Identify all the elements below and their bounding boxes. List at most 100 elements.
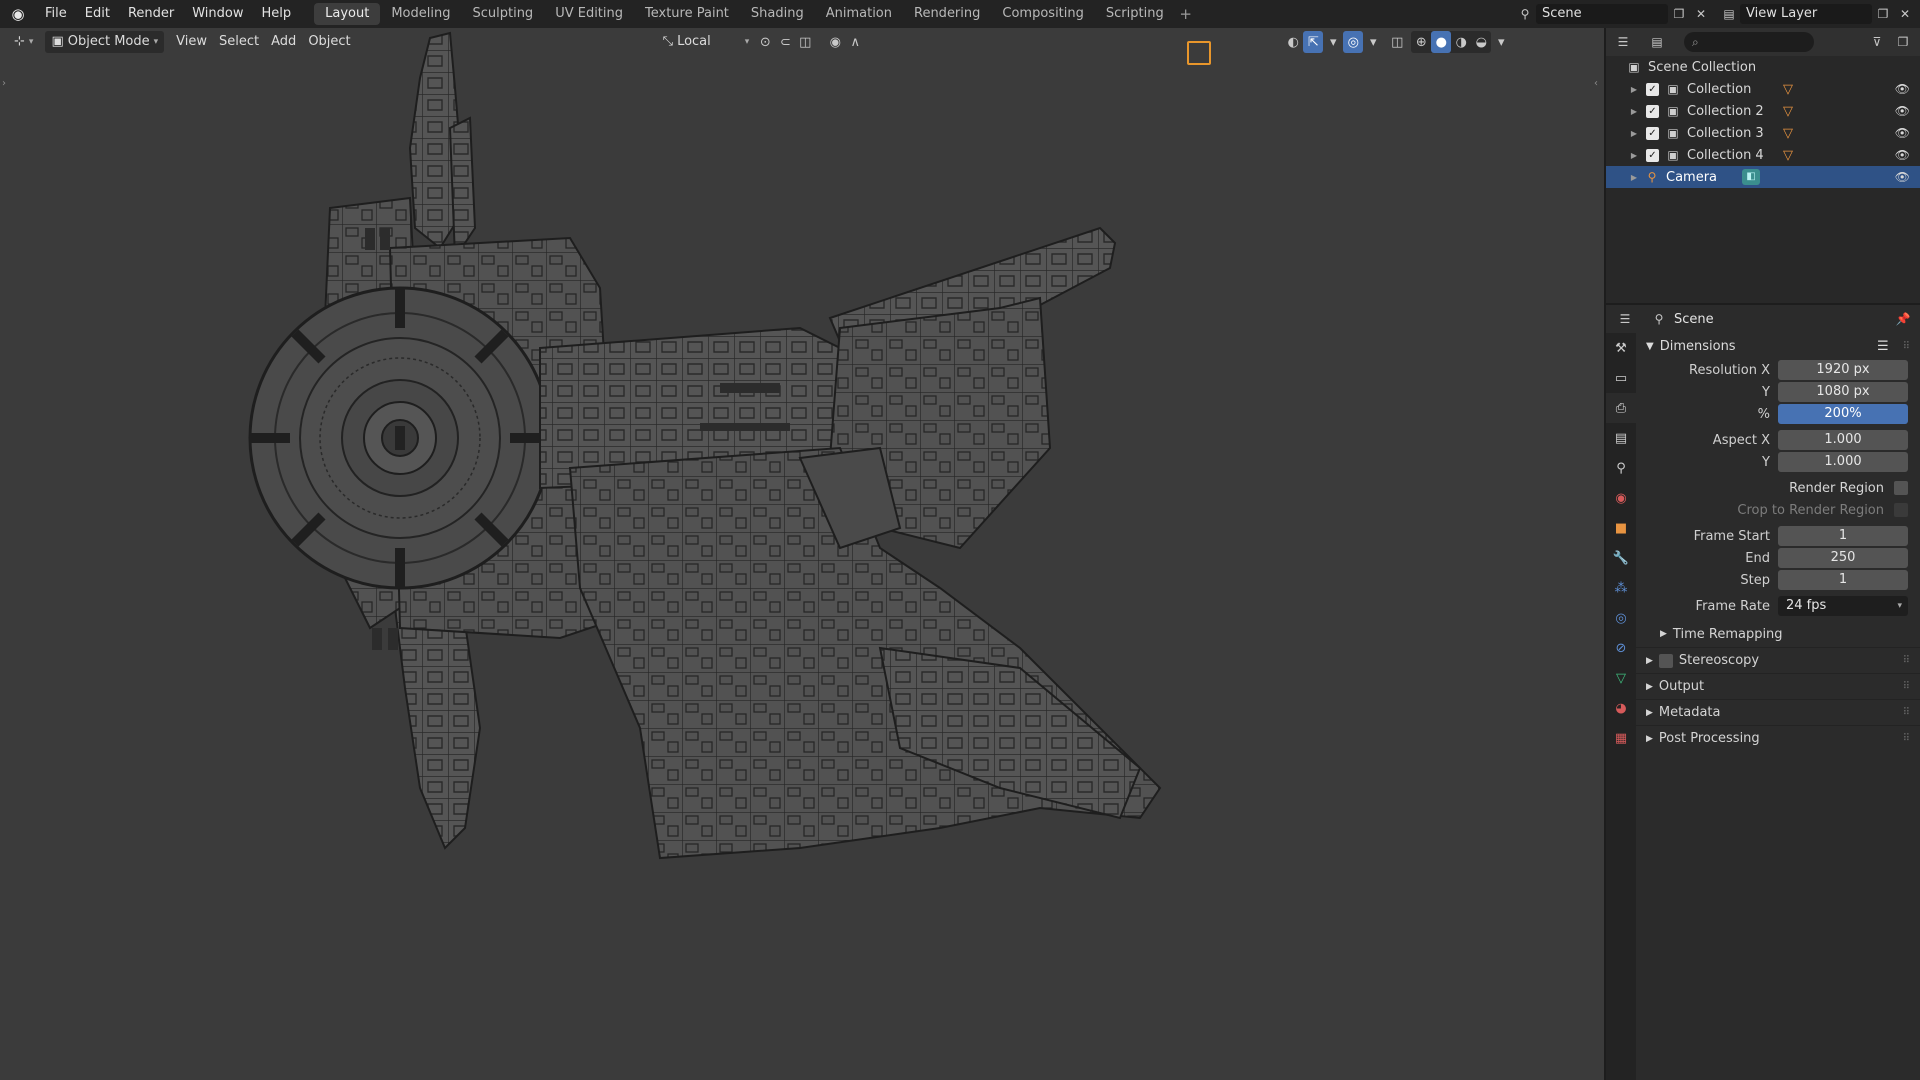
view-layer-icon[interactable]: ▤: [1718, 4, 1740, 24]
exclude-checkbox[interactable]: ✓: [1646, 148, 1659, 162]
render-region-row[interactable]: Render Region: [1636, 477, 1920, 499]
constraints-tab-icon[interactable]: ⊘: [1606, 633, 1636, 663]
eye-icon[interactable]: 👁: [1895, 104, 1910, 118]
frame-step-field[interactable]: 1: [1778, 570, 1908, 590]
scene-tab-icon[interactable]: ⚲: [1606, 453, 1636, 483]
post-processing-panel-header[interactable]: ▶ Post Processing ⠿: [1636, 725, 1920, 751]
render-tab-icon[interactable]: ▭: [1606, 363, 1636, 393]
view-layer-field[interactable]: View Layer: [1740, 4, 1872, 24]
tool-tab-icon[interactable]: ⚒: [1606, 333, 1636, 363]
outliner-scene-collection[interactable]: ▣ Scene Collection: [1606, 56, 1920, 78]
menu-file[interactable]: File: [36, 0, 76, 28]
physics-tab-icon[interactable]: ◎: [1606, 603, 1636, 633]
blender-logo-icon[interactable]: ◉: [0, 0, 36, 28]
new-view-layer-icon[interactable]: ❐: [1872, 4, 1894, 24]
frame-end-field[interactable]: 250: [1778, 548, 1908, 568]
render-region-checkbox[interactable]: [1894, 481, 1908, 495]
expand-arrow-icon[interactable]: ▶: [1628, 173, 1640, 182]
menu-edit[interactable]: Edit: [76, 0, 119, 28]
material-preview-icon[interactable]: ◑: [1451, 31, 1471, 53]
world-tab-icon[interactable]: ◉: [1606, 483, 1636, 513]
mode-dropdown[interactable]: ▣ Object Mode ▾: [45, 31, 165, 53]
dimensions-panel-header[interactable]: ▼ Dimensions ☰ ⠿: [1636, 333, 1920, 359]
3d-viewport[interactable]: ⊹ ▾ ▣ Object Mode ▾ View Select Add Object …: [0, 28, 1604, 1080]
tab-animation[interactable]: Animation: [815, 3, 903, 25]
pin-icon[interactable]: 📌: [1892, 309, 1914, 329]
outliner-item-camera[interactable]: ▶ ⚲ Camera ◧ 👁: [1606, 166, 1920, 188]
scene-icon[interactable]: ⚲: [1514, 4, 1536, 24]
crop-region-row[interactable]: Crop to Render Region: [1636, 499, 1920, 521]
menu-view[interactable]: View: [170, 31, 213, 53]
eye-icon[interactable]: 👁: [1895, 170, 1910, 184]
resolution-y-field[interactable]: 1080 px: [1778, 382, 1908, 402]
material-tab-icon[interactable]: ◕: [1606, 693, 1636, 723]
outliner-item-collection-2[interactable]: ▶ ✓ ▣ Collection 2 ▽ 👁: [1606, 100, 1920, 122]
outliner-editor-icon[interactable]: ☰: [1612, 32, 1634, 52]
resolution-percent-slider[interactable]: 200%: [1778, 404, 1908, 424]
eye-icon[interactable]: 👁: [1895, 82, 1910, 96]
metadata-panel-header[interactable]: ▶ Metadata ⠿: [1636, 699, 1920, 725]
drag-grip-icon[interactable]: ⠿: [1903, 655, 1910, 666]
tab-modeling[interactable]: Modeling: [380, 3, 461, 25]
tab-texture-paint[interactable]: Texture Paint: [634, 3, 740, 25]
tab-uv-editing[interactable]: UV Editing: [544, 3, 634, 25]
new-collection-icon[interactable]: ❐: [1892, 32, 1914, 52]
frame-rate-dropdown[interactable]: 24 fps ▾: [1778, 596, 1908, 616]
drag-grip-icon[interactable]: ⠿: [1903, 707, 1910, 718]
toolbar-expand-icon[interactable]: ›: [2, 78, 6, 89]
expand-arrow-icon[interactable]: ▶: [1628, 129, 1640, 138]
outliner-item-collection-4[interactable]: ▶ ✓ ▣ Collection 4 ▽ 👁: [1606, 144, 1920, 166]
output-panel-header[interactable]: ▶ Output ⠿: [1636, 673, 1920, 699]
stereoscopy-panel-header[interactable]: ▶ Stereoscopy ⠿: [1636, 647, 1920, 673]
scene-name-field[interactable]: Scene: [1536, 4, 1668, 24]
tab-shading[interactable]: Shading: [740, 3, 815, 25]
expand-arrow-icon[interactable]: ▶: [1628, 107, 1640, 116]
rendered-shading-icon[interactable]: ◒: [1471, 31, 1491, 53]
menu-help[interactable]: Help: [253, 0, 301, 28]
tab-layout[interactable]: Layout: [314, 3, 381, 25]
tab-sculpting[interactable]: Sculpting: [461, 3, 544, 25]
view-layer-tab-icon[interactable]: ▤: [1606, 423, 1636, 453]
spaceship-model[interactable]: [240, 28, 1440, 1080]
data-tab-icon[interactable]: ▽: [1606, 663, 1636, 693]
output-tab-icon[interactable]: ⎙: [1606, 393, 1636, 423]
time-remapping-subpanel[interactable]: ▶ Time Remapping: [1636, 621, 1920, 647]
object-tab-icon[interactable]: ■: [1606, 513, 1636, 543]
exclude-checkbox[interactable]: ✓: [1646, 82, 1659, 96]
editor-type-button[interactable]: ⊹ ▾: [8, 31, 39, 53]
modifier-tab-icon[interactable]: 🔧: [1606, 543, 1636, 573]
exclude-checkbox[interactable]: ✓: [1646, 126, 1659, 140]
add-workspace-button[interactable]: +: [1175, 5, 1197, 23]
expand-arrow-icon[interactable]: ▶: [1628, 85, 1640, 94]
delete-view-layer-icon[interactable]: ✕: [1894, 4, 1916, 24]
menu-render[interactable]: Render: [119, 0, 183, 28]
expand-arrow-icon[interactable]: ▶: [1628, 151, 1640, 160]
delete-scene-icon[interactable]: ✕: [1690, 4, 1712, 24]
drag-grip-icon[interactable]: ⠿: [1903, 341, 1910, 352]
shading-dropdown-icon[interactable]: ▾: [1491, 31, 1511, 53]
new-scene-icon[interactable]: ❐: [1668, 4, 1690, 24]
resolution-x-field[interactable]: 1920 px: [1778, 360, 1908, 380]
exclude-checkbox[interactable]: ✓: [1646, 104, 1659, 118]
tab-scripting[interactable]: Scripting: [1095, 3, 1175, 25]
tab-compositing[interactable]: Compositing: [991, 3, 1095, 25]
display-mode-icon[interactable]: ▤: [1646, 32, 1668, 52]
eye-icon[interactable]: 👁: [1895, 126, 1910, 140]
particles-tab-icon[interactable]: ⁂: [1606, 573, 1636, 603]
outliner-search-input[interactable]: ⌕: [1684, 32, 1814, 52]
presets-list-icon[interactable]: ☰: [1877, 339, 1889, 354]
sidebar-expand-icon[interactable]: ‹: [1594, 78, 1598, 89]
drag-grip-icon[interactable]: ⠿: [1903, 733, 1910, 744]
aspect-y-field[interactable]: 1.000: [1778, 452, 1908, 472]
tab-rendering[interactable]: Rendering: [903, 3, 991, 25]
drag-grip-icon[interactable]: ⠿: [1903, 681, 1910, 692]
eye-icon[interactable]: 👁: [1895, 148, 1910, 162]
properties-editor-icon[interactable]: ☰: [1614, 309, 1636, 329]
outliner-item-collection-3[interactable]: ▶ ✓ ▣ Collection 3 ▽ 👁: [1606, 122, 1920, 144]
crop-region-checkbox[interactable]: [1894, 503, 1908, 517]
menu-window[interactable]: Window: [183, 0, 252, 28]
aspect-x-field[interactable]: 1.000: [1778, 430, 1908, 450]
frame-start-field[interactable]: 1: [1778, 526, 1908, 546]
outliner-item-collection[interactable]: ▶ ✓ ▣ Collection ▽ 👁: [1606, 78, 1920, 100]
stereoscopy-checkbox[interactable]: [1658, 653, 1673, 668]
